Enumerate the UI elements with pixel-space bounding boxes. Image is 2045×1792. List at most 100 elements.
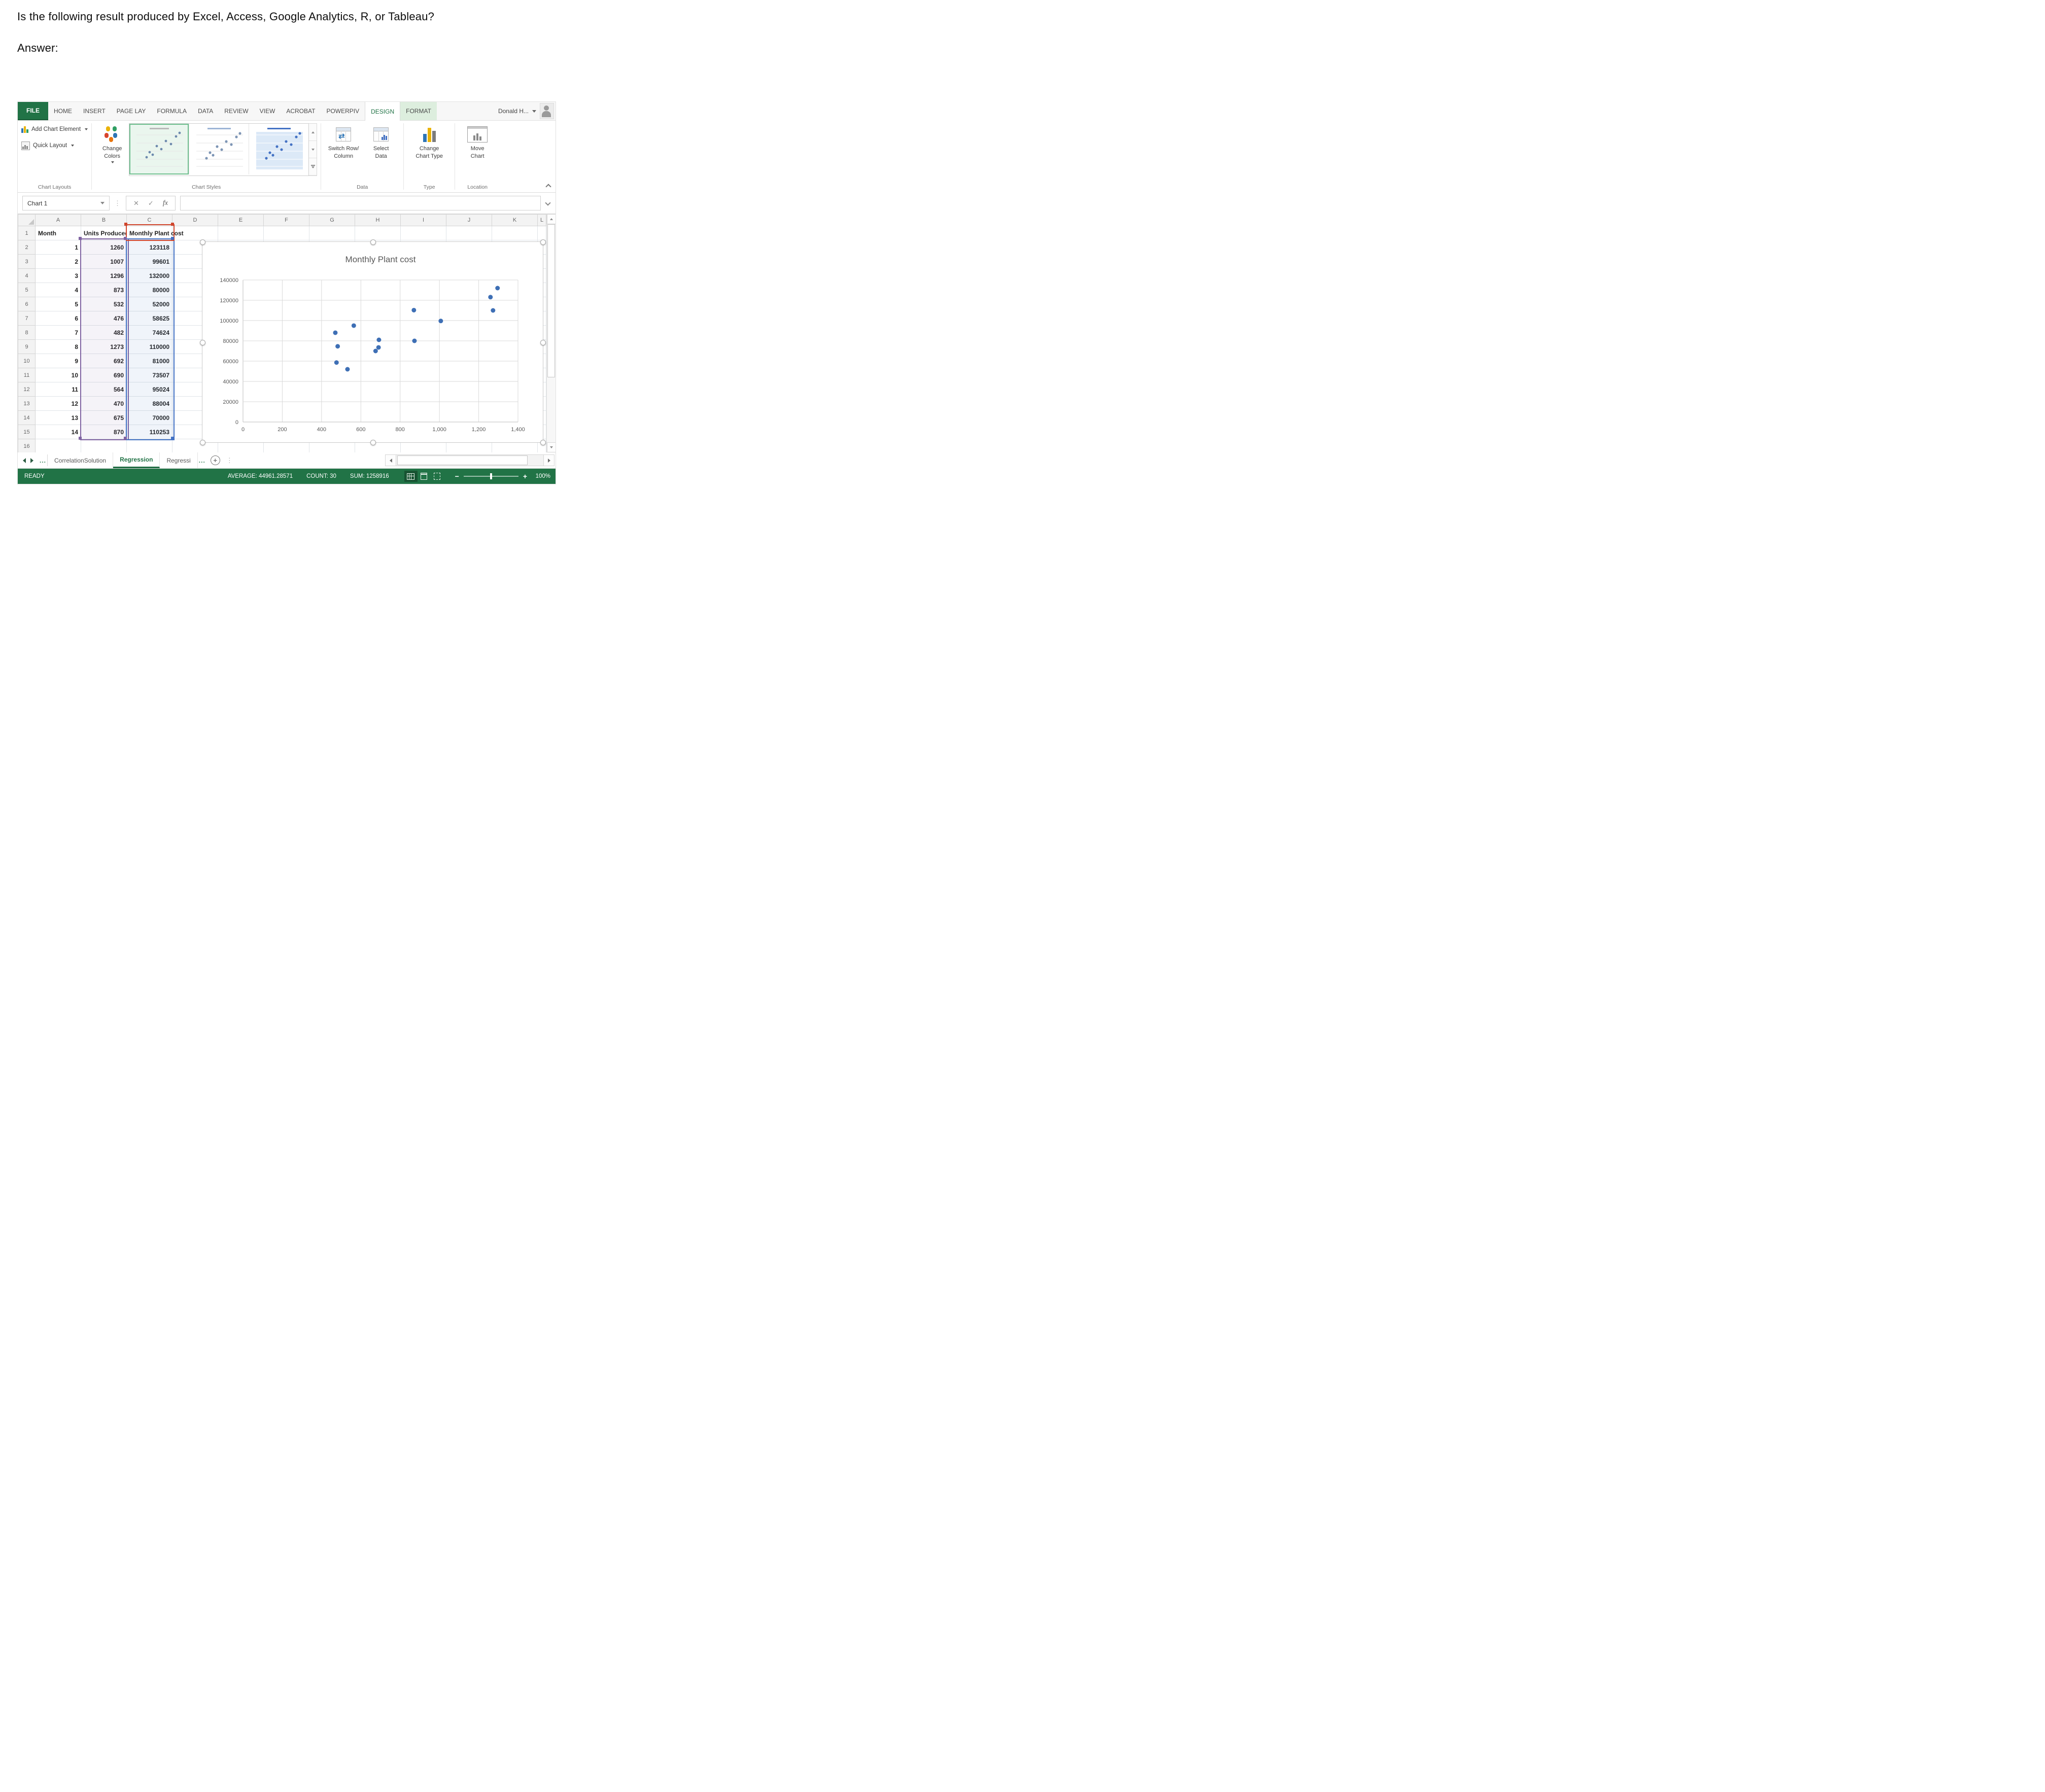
row-header-5[interactable]: 5 — [18, 283, 36, 297]
gallery-scroll-up-icon[interactable] — [309, 124, 317, 141]
zoom-slider-thumb[interactable] — [490, 473, 492, 479]
chart-resize-handle[interactable] — [370, 239, 376, 245]
chart-style-thumbnail-1[interactable] — [129, 124, 189, 174]
grid-cell[interactable]: 12 — [36, 397, 81, 411]
grid-cell[interactable]: 870 — [81, 425, 127, 439]
chart-resize-handle[interactable] — [540, 440, 546, 445]
ribbon-tab-formula[interactable]: FORMULA — [151, 102, 192, 120]
grid-cell[interactable]: 6 — [36, 311, 81, 326]
grid-cell[interactable]: Units Produced — [81, 226, 127, 240]
grid-cell[interactable]: Monthly Plant cost — [127, 226, 172, 240]
zoom-in-icon[interactable]: + — [523, 472, 527, 480]
grid-cell[interactable]: 7 — [36, 326, 81, 340]
grid-cell[interactable] — [309, 226, 355, 240]
scroll-down-icon[interactable] — [547, 442, 556, 452]
prev-sheet-icon[interactable] — [23, 458, 26, 463]
grid-cell[interactable]: 70000 — [127, 411, 172, 425]
grid-cell[interactable]: 482 — [81, 326, 127, 340]
grid-cell[interactable]: 1007 — [81, 255, 127, 269]
grid-cell[interactable]: 470 — [81, 397, 127, 411]
ribbon-tab-powerpiv[interactable]: POWERPIV — [321, 102, 365, 120]
row-header-7[interactable]: 7 — [18, 311, 36, 326]
grid-cell[interactable] — [538, 226, 546, 240]
grid-cell[interactable]: 99601 — [127, 255, 172, 269]
grid-cell[interactable]: 81000 — [127, 354, 172, 368]
tabs-splitter[interactable]: ⋮ — [226, 456, 233, 465]
grid-cell[interactable]: 3 — [36, 269, 81, 283]
grid-cell[interactable]: 110253 — [127, 425, 172, 439]
switch-row-column-button[interactable]: ⇄ Switch Row/ Column — [325, 123, 362, 160]
ribbon-tab-design[interactable]: DESIGN — [365, 102, 400, 121]
ribbon-tab-data[interactable]: DATA — [192, 102, 219, 120]
account-area[interactable]: Donald H... — [498, 102, 556, 120]
chart-style-thumbnail-3[interactable] — [249, 124, 308, 174]
scatter-chart[interactable]: 02004006008001,0001,2001,400020000400006… — [202, 241, 543, 443]
gallery-scroll[interactable] — [309, 123, 317, 176]
chart-style-thumbnail-2[interactable] — [189, 124, 249, 174]
grid-cell[interactable] — [492, 226, 538, 240]
zoom-slider[interactable] — [464, 476, 518, 477]
grid-cell[interactable] — [36, 439, 81, 453]
grid-cell[interactable]: 5 — [36, 297, 81, 311]
column-header-a[interactable]: A — [36, 215, 81, 226]
move-chart-button[interactable]: Move Chart — [459, 123, 496, 160]
page-layout-view-button[interactable] — [418, 471, 431, 482]
add-chart-element-button[interactable]: Add Chart Element — [21, 123, 88, 135]
grid-cell[interactable]: 14 — [36, 425, 81, 439]
horizontal-scrollbar[interactable] — [396, 454, 543, 466]
row-header-9[interactable]: 9 — [18, 340, 36, 354]
grid-cell[interactable]: 8 — [36, 340, 81, 354]
sheet-tab-regression[interactable]: Regression — [113, 452, 160, 468]
grid-cell[interactable]: 52000 — [127, 297, 172, 311]
grid-cell[interactable]: 123118 — [127, 240, 172, 255]
column-header-e[interactable]: E — [218, 215, 264, 226]
grid-cell[interactable]: 476 — [81, 311, 127, 326]
column-header-k[interactable]: K — [492, 215, 538, 226]
grid-cell[interactable]: 11 — [36, 382, 81, 397]
cancel-icon[interactable]: ✕ — [133, 199, 139, 207]
grid-cell[interactable] — [264, 226, 309, 240]
grid-cell[interactable] — [127, 439, 172, 453]
grid-cell[interactable]: 73507 — [127, 368, 172, 382]
chart-resize-handle[interactable] — [200, 440, 205, 445]
chart-resize-handle[interactable] — [200, 340, 205, 345]
column-header-d[interactable]: D — [172, 215, 218, 226]
formula-input[interactable] — [180, 196, 541, 210]
column-header-j[interactable]: J — [446, 215, 492, 226]
grid-cell[interactable]: 692 — [81, 354, 127, 368]
grid-cell[interactable]: 564 — [81, 382, 127, 397]
grid-cell[interactable] — [355, 226, 401, 240]
zoom-out-icon[interactable]: − — [455, 472, 459, 480]
row-header-3[interactable]: 3 — [18, 255, 36, 269]
new-sheet-icon[interactable]: + — [211, 455, 220, 465]
ribbon-tab-insert[interactable]: INSERT — [78, 102, 111, 120]
grid-cell[interactable]: 1296 — [81, 269, 127, 283]
grid-cell[interactable]: 4 — [36, 283, 81, 297]
column-header-h[interactable]: H — [355, 215, 401, 226]
column-header-c[interactable]: C — [127, 215, 172, 226]
row-header-11[interactable]: 11 — [18, 368, 36, 382]
column-header-l[interactable]: L — [538, 215, 546, 226]
vertical-scroll-thumb[interactable] — [547, 224, 555, 377]
page-break-view-button[interactable] — [431, 471, 444, 482]
grid-cell[interactable]: 9 — [36, 354, 81, 368]
scroll-right-icon[interactable] — [543, 454, 554, 466]
horizontal-scroll-thumb[interactable] — [397, 455, 528, 465]
column-header-g[interactable]: G — [309, 215, 355, 226]
grid-cell[interactable]: 675 — [81, 411, 127, 425]
sheet-tab-correlationsolution[interactable]: CorrelationSolution — [48, 452, 113, 468]
grid-cell[interactable] — [218, 226, 264, 240]
row-header-6[interactable]: 6 — [18, 297, 36, 311]
enter-icon[interactable]: ✓ — [148, 199, 154, 207]
row-header-8[interactable]: 8 — [18, 326, 36, 340]
collapse-ribbon-icon[interactable] — [546, 184, 550, 188]
gallery-more-icon[interactable] — [309, 158, 317, 175]
normal-view-button[interactable] — [404, 471, 418, 482]
change-colors-button[interactable]: Change Colors — [95, 123, 129, 163]
row-header-12[interactable]: 12 — [18, 382, 36, 397]
grid-cell[interactable] — [401, 226, 446, 240]
sheet-overflow-left[interactable]: ... — [39, 457, 47, 464]
row-header-4[interactable]: 4 — [18, 269, 36, 283]
chart-resize-handle[interactable] — [200, 239, 205, 245]
grid-cell[interactable]: 690 — [81, 368, 127, 382]
